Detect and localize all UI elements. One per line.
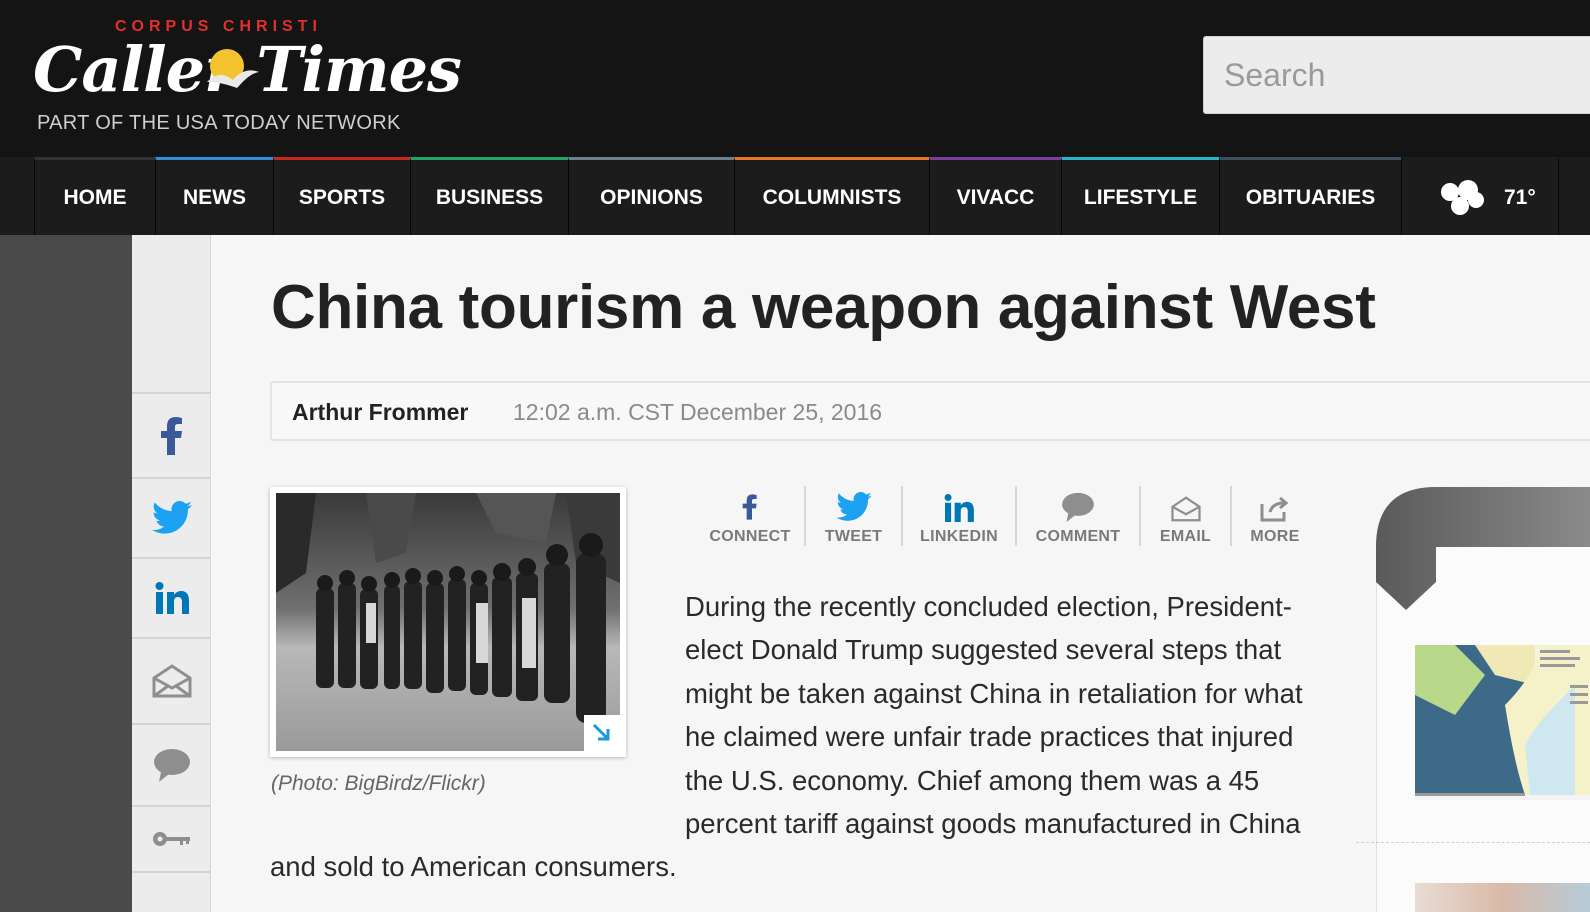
share-rail bbox=[132, 235, 211, 912]
rail-email-button[interactable] bbox=[132, 637, 211, 723]
article-photo[interactable] bbox=[270, 487, 626, 757]
article-paragraph-wrap: and sold to American consumers. bbox=[270, 851, 677, 882]
nav-label: NEWS bbox=[183, 185, 246, 209]
share-more-button[interactable]: MORE bbox=[1230, 486, 1318, 546]
share-email-button[interactable]: EMAIL bbox=[1139, 486, 1230, 546]
nav-label: VIVACC bbox=[956, 185, 1035, 209]
share-label: COMMENT bbox=[1035, 528, 1121, 545]
email-icon bbox=[1170, 496, 1201, 522]
search-input[interactable] bbox=[1203, 36, 1590, 114]
photo-image bbox=[276, 493, 620, 751]
share-label: TWEET bbox=[824, 528, 883, 545]
article-paragraph: During the recently concluded election, … bbox=[685, 591, 1303, 840]
email-icon bbox=[152, 664, 191, 698]
nav-label: COLUMNISTS bbox=[762, 185, 902, 209]
share-linkedin-button[interactable]: LINKEDIN bbox=[901, 486, 1015, 546]
nav-item-columnists[interactable]: COLUMNISTS bbox=[734, 157, 929, 235]
nav-item-vivacc[interactable]: VIVACC bbox=[929, 157, 1061, 235]
nav-label: BUSINESS bbox=[435, 185, 544, 209]
facebook-icon bbox=[742, 494, 757, 520]
nav-label: HOME bbox=[63, 185, 127, 209]
facebook-icon bbox=[160, 416, 182, 455]
rail-facebook-button[interactable] bbox=[132, 392, 211, 477]
promo-divider bbox=[1356, 842, 1590, 843]
share-label: CONNECT bbox=[709, 528, 791, 545]
nav-item-opinions[interactable]: OPINIONS bbox=[568, 157, 734, 235]
weather-temp: 71° bbox=[1504, 185, 1536, 209]
key-icon bbox=[152, 832, 190, 846]
nav-item-news[interactable]: NEWS bbox=[155, 157, 273, 235]
promo-map-image[interactable] bbox=[1415, 645, 1590, 800]
nav-item-home[interactable]: HOME bbox=[34, 157, 155, 235]
rail-comment-button[interactable] bbox=[132, 723, 211, 805]
nav-label: SPORTS bbox=[298, 185, 386, 209]
share-tweet-button[interactable]: TWEET bbox=[804, 486, 901, 546]
masthead: CORPUS CHRISTI Caller Times PART OF THE … bbox=[0, 0, 1590, 157]
byline-author[interactable]: Arthur Frommer bbox=[292, 399, 468, 426]
share-label: EMAIL bbox=[1159, 528, 1212, 545]
article-headline: China tourism a weapon against West bbox=[271, 273, 1376, 342]
rail-empty-slot bbox=[132, 871, 211, 912]
rail-linkedin-button[interactable] bbox=[132, 557, 211, 637]
nav-item-business[interactable]: BUSINESS bbox=[410, 157, 568, 235]
nav-item-obituaries[interactable]: OBITUARIES bbox=[1219, 157, 1401, 235]
share-connect-button[interactable]: CONNECT bbox=[696, 486, 804, 546]
byline-timestamp: 12:02 a.m. CST December 25, 2016 bbox=[513, 399, 883, 425]
comment-icon bbox=[1062, 492, 1094, 522]
share-comment-button[interactable]: COMMENT bbox=[1015, 486, 1139, 546]
site-logo[interactable]: CORPUS CHRISTI Caller Times PART OF THE … bbox=[33, 16, 462, 146]
linkedin-icon bbox=[155, 582, 189, 614]
expand-photo-button[interactable] bbox=[584, 715, 620, 751]
nav-label: OPINIONS bbox=[600, 185, 703, 209]
linkedin-icon bbox=[944, 494, 974, 522]
nav-label: LIFESTYLE bbox=[1083, 185, 1198, 209]
share-icon bbox=[1260, 496, 1289, 522]
twitter-icon bbox=[835, 492, 872, 521]
nav-weather[interactable]: 71° bbox=[1401, 157, 1559, 235]
cloud-icon bbox=[1441, 179, 1484, 215]
nav-label: OBITUARIES bbox=[1245, 185, 1376, 209]
share-label: LINKEDIN bbox=[920, 528, 998, 545]
nav-item-sports[interactable]: SPORTS bbox=[273, 157, 410, 235]
seagull-icon bbox=[207, 49, 259, 88]
main-nav: HOME NEWS SPORTS BUSINESS OPINIONS COLUM… bbox=[0, 157, 1590, 235]
promo-thumbnail[interactable] bbox=[1415, 883, 1590, 912]
share-bar: CONNECT TWEET LINKEDIN COMMENT EMAIL MOR… bbox=[696, 486, 1318, 550]
comment-icon bbox=[153, 749, 190, 782]
expand-arrow-icon bbox=[592, 723, 610, 741]
rail-key-button[interactable] bbox=[132, 805, 211, 871]
byline-bar: Arthur Frommer 12:02 a.m. CST December 2… bbox=[270, 381, 1590, 441]
photo-caption: (Photo: BigBirdz/Flickr) bbox=[271, 772, 486, 795]
nav-item-lifestyle[interactable]: LIFESTYLE bbox=[1061, 157, 1219, 235]
share-label: MORE bbox=[1250, 528, 1300, 545]
twitter-icon bbox=[151, 501, 192, 534]
logo-network-text: PART OF THE USA TODAY NETWORK bbox=[37, 112, 401, 134]
rail-twitter-button[interactable] bbox=[132, 477, 211, 557]
